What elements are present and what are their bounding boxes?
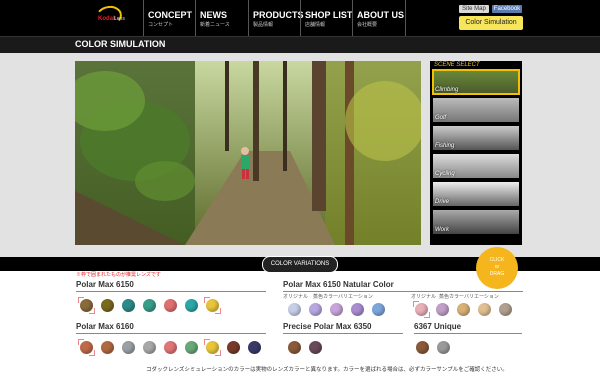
color-swatch[interactable] <box>372 303 385 316</box>
label-original: オリジナル <box>411 294 437 300</box>
color-swatch[interactable] <box>499 303 512 316</box>
color-swatch[interactable] <box>351 303 364 316</box>
scene-climbing[interactable]: Climbing <box>432 69 520 95</box>
color-swatch[interactable] <box>143 299 156 312</box>
section-title-pm6150: Polar Max 6150 <box>76 280 134 289</box>
kodak-logo[interactable]: Kodak Lens <box>92 3 132 32</box>
simulation-stage: SCENE SELECT Climbing Golf Fishing Cycli… <box>0 53 600 257</box>
color-swatch[interactable] <box>309 341 322 354</box>
color-swatch[interactable] <box>248 341 261 354</box>
section-title-ppm6350: Precise Polar Max 6350 <box>283 322 372 331</box>
divider <box>414 333 522 334</box>
color-swatch[interactable] <box>80 299 93 312</box>
color-swatch[interactable] <box>457 303 470 316</box>
color-swatch[interactable] <box>164 341 177 354</box>
recommended-note: ※枠で囲まれたものが推奨レンズです <box>76 272 161 278</box>
color-swatch[interactable] <box>101 299 114 312</box>
color-swatch[interactable] <box>437 341 450 354</box>
section-title-pm6150n: Polar Max 6150 Natular Color <box>283 280 394 289</box>
color-swatch[interactable] <box>436 303 449 316</box>
nav-concept[interactable]: CONCEPT コンセプト <box>143 0 194 36</box>
page-title-bar: COLOR SIMULATION <box>0 36 600 54</box>
color-swatch[interactable] <box>122 299 135 312</box>
nav-shop-list[interactable]: SHOP LIST 店舗情報 <box>300 0 353 36</box>
color-swatch[interactable] <box>309 303 322 316</box>
label-original: オリジナル <box>283 294 309 300</box>
color-swatch[interactable] <box>478 303 491 316</box>
color-swatch[interactable] <box>185 299 198 312</box>
scene-drive[interactable]: Drive <box>433 182 519 206</box>
nav-products[interactable]: PRODUCTS 製品情報 <box>248 0 304 36</box>
nav-about-us[interactable]: ABOUT US 会社概要 <box>352 0 406 36</box>
color-swatch[interactable] <box>80 341 93 354</box>
color-swatch[interactable] <box>185 341 198 354</box>
scene-select-panel: SCENE SELECT Climbing Golf Fishing Cycli… <box>430 61 522 245</box>
scene-fishing[interactable]: Fishing <box>433 126 519 150</box>
color-swatch[interactable] <box>330 303 343 316</box>
color-swatch[interactable] <box>415 303 428 316</box>
top-navigation-bar: Kodak Lens CONCEPT コンセプト NEWS 新着ニュース PRODU… <box>0 0 600 36</box>
color-swatch[interactable] <box>288 341 301 354</box>
scene-photo[interactable] <box>75 61 421 245</box>
footnote: コダックレンズシミュレーションのカラーは実物のレンズカラーと異なります。カラーを… <box>146 367 508 373</box>
color-swatch[interactable] <box>416 341 429 354</box>
divider <box>76 333 266 334</box>
label-variation: 蒸色カラーバリエーション <box>313 294 373 300</box>
color-swatch[interactable] <box>143 341 156 354</box>
page-title: COLOR SIMULATION <box>75 39 166 49</box>
color-swatch[interactable] <box>101 341 114 354</box>
color-simulation-button[interactable]: Color Simulation <box>459 16 523 30</box>
scene-cycling[interactable]: Cycling <box>433 154 519 178</box>
color-swatch[interactable] <box>122 341 135 354</box>
click-or-drag-badge: CLICK or DRAG <box>476 247 518 289</box>
color-swatch[interactable] <box>227 341 240 354</box>
divider <box>283 291 523 292</box>
divider <box>76 291 266 292</box>
scene-select-header: SCENE SELECT <box>434 62 480 68</box>
scene-golf[interactable]: Golf <box>433 98 519 122</box>
facebook-button[interactable]: Facebook <box>492 5 522 13</box>
section-title-u6367: 6367 Unique <box>414 322 462 331</box>
label-variation: 蒸色カラーバリエーション <box>439 294 499 300</box>
color-swatch[interactable] <box>164 299 177 312</box>
color-swatch[interactable] <box>288 303 301 316</box>
color-variations-label: COLOR VARIATIONS <box>262 256 338 273</box>
sitemap-button[interactable]: Site Map <box>459 5 489 13</box>
nav-news[interactable]: NEWS 新着ニュース <box>195 0 248 36</box>
color-swatch[interactable] <box>206 299 219 312</box>
divider <box>283 333 403 334</box>
section-title-pm6160: Polar Max 6160 <box>76 322 134 331</box>
color-swatch[interactable] <box>206 341 219 354</box>
scene-work[interactable]: Work <box>433 210 519 234</box>
